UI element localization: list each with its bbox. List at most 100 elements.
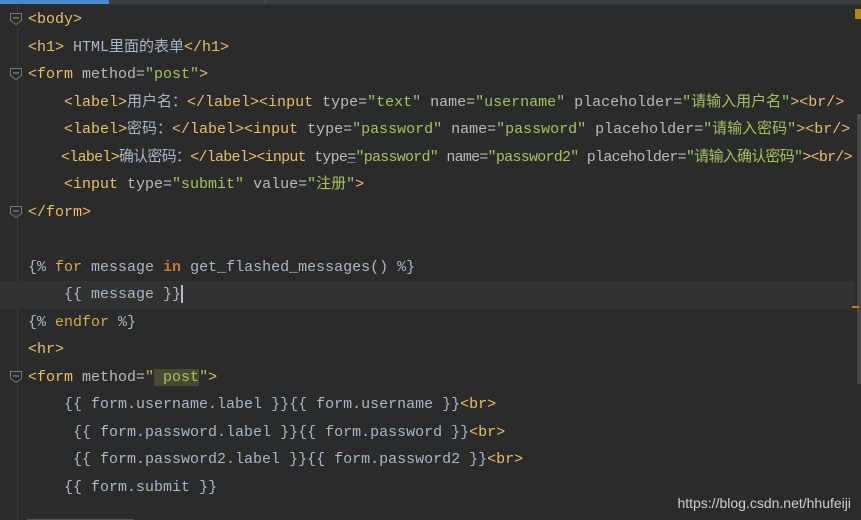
code-token: placeholder= (586, 121, 704, 138)
code-token: {{ (64, 286, 83, 303)
code-token: <body> (28, 11, 83, 28)
code-token: }} (469, 451, 488, 468)
code-token: "submit" (172, 176, 245, 193)
code-token: ><br/> (796, 121, 851, 138)
active-tab-indicator[interactable] (0, 0, 109, 4)
code-token: "请输入确认密码" (685, 148, 803, 166)
code-token: <label> (61, 148, 120, 166)
fold-toggle-icon[interactable] (10, 13, 22, 25)
code-token: }} (163, 286, 182, 303)
code-line[interactable]: {% endfor %} (0, 309, 855, 337)
code-token: <br> (460, 396, 497, 413)
code-token: "password2" (487, 148, 580, 166)
code-token: 确认密码： (118, 148, 191, 166)
code-token: endfor (55, 313, 110, 331)
code-token: " (199, 368, 209, 386)
watermark: https://blog.csdn.net/hhufeiji (677, 495, 851, 511)
caret-position-marker (852, 306, 859, 308)
code-line[interactable]: {{ form.username.label }}{{ form.usernam… (0, 391, 855, 419)
code-line[interactable]: {{ form.password2.label }}{{ form.passwo… (0, 446, 855, 474)
code-token: placeholder= (578, 148, 687, 166)
code-token: <label> (64, 93, 128, 111)
code-line[interactable]: <input type="submit" value="注册"> (0, 171, 855, 199)
code-token: form.password.label (91, 423, 281, 441)
fold-toggle-icon[interactable] (10, 68, 22, 80)
code-token: form.password2.label (91, 451, 290, 468)
code-token: {% (28, 313, 56, 331)
code-token: {% (28, 258, 56, 276)
code-token: <br> (487, 451, 524, 468)
code-token: }}{{ (271, 396, 308, 413)
code-token: }} (451, 423, 470, 441)
code-token: 密码： (127, 121, 173, 138)
code-token: %} (397, 258, 416, 276)
code-token: ><br/> (790, 93, 845, 111)
code-token: <label> (64, 121, 128, 138)
code-token: </h1> (184, 38, 230, 56)
code-line[interactable]: <h1> HTML里面的表单</h1> (0, 34, 855, 62)
code-token: 用户名： (127, 93, 188, 111)
code-token: name= (442, 121, 497, 138)
editor-tab-bar (0, 0, 861, 5)
code-token: "password" (496, 121, 587, 138)
code-token: </label><input (187, 93, 323, 111)
code-token: > (199, 66, 209, 83)
code-line[interactable]: <form method=" post"> (0, 364, 855, 392)
code-token: " (145, 368, 155, 386)
code-token: "password" (352, 121, 443, 138)
code-token: "post" (145, 66, 200, 83)
code-line[interactable]: <label>确认密码：</label><input type="passwor… (0, 144, 855, 172)
vertical-scrollbar[interactable] (857, 114, 861, 384)
code-token: name= (438, 148, 488, 166)
code-token: </form> (28, 203, 92, 221)
code-token: "text" (367, 93, 422, 111)
warning-marker-icon[interactable] (855, 9, 861, 19)
code-token: method= (82, 368, 146, 386)
code-token: "请输入密码" (703, 121, 797, 138)
code-token: form.password2 (325, 451, 470, 468)
code-line[interactable]: <form method="post"> (0, 61, 855, 89)
code-token: type= (127, 176, 173, 193)
code-token: for (55, 258, 83, 276)
code-editor[interactable]: <body> <h1> HTML里面的表单</h1> <form method="p… (0, 6, 855, 501)
code-line[interactable]: {{ message }} (0, 281, 855, 309)
code-token: message (82, 258, 164, 276)
code-token: {{ (73, 423, 92, 441)
code-token: form.username.label (82, 396, 272, 413)
code-token: type= (307, 121, 353, 138)
code-line[interactable]: <body> (0, 6, 855, 34)
code-token: }}{{ (280, 423, 317, 441)
code-token: value= (244, 176, 308, 193)
code-token: </label><input (172, 121, 308, 138)
code-token: "注册" (307, 176, 356, 193)
code-token: get_flashed_messages() (181, 258, 398, 276)
fold-toggle-icon[interactable] (10, 205, 22, 218)
code-token: {{ (73, 451, 92, 468)
code-line[interactable]: {% for message in get_flashed_messages()… (0, 254, 855, 282)
code-token: }} (442, 396, 461, 413)
code-line[interactable]: </form> (0, 199, 855, 227)
tab-separator (265, 0, 266, 4)
code-token: in (163, 258, 182, 276)
code-line[interactable]: {{ form.password.label }}{{ form.passwor… (0, 419, 855, 447)
code-line[interactable] (0, 226, 855, 254)
text-cursor (181, 285, 184, 304)
fold-toggle-icon[interactable] (10, 370, 22, 383)
code-token: </label><input (190, 148, 315, 166)
code-token: <input (64, 176, 128, 193)
code-line[interactable]: <label>密码：</label><input type="password"… (0, 116, 855, 144)
code-token: post (154, 368, 200, 386)
code-line[interactable]: <hr> (0, 336, 855, 364)
code-token: <form (28, 66, 83, 83)
code-token: form.username (307, 396, 443, 413)
code-token: <h1> (28, 38, 65, 56)
code-token: > (355, 176, 365, 193)
code-token: ><br/> (802, 148, 852, 166)
code-line[interactable]: <label>用户名：</label><input type="text" na… (0, 89, 855, 117)
code-token: "password" (355, 148, 439, 166)
